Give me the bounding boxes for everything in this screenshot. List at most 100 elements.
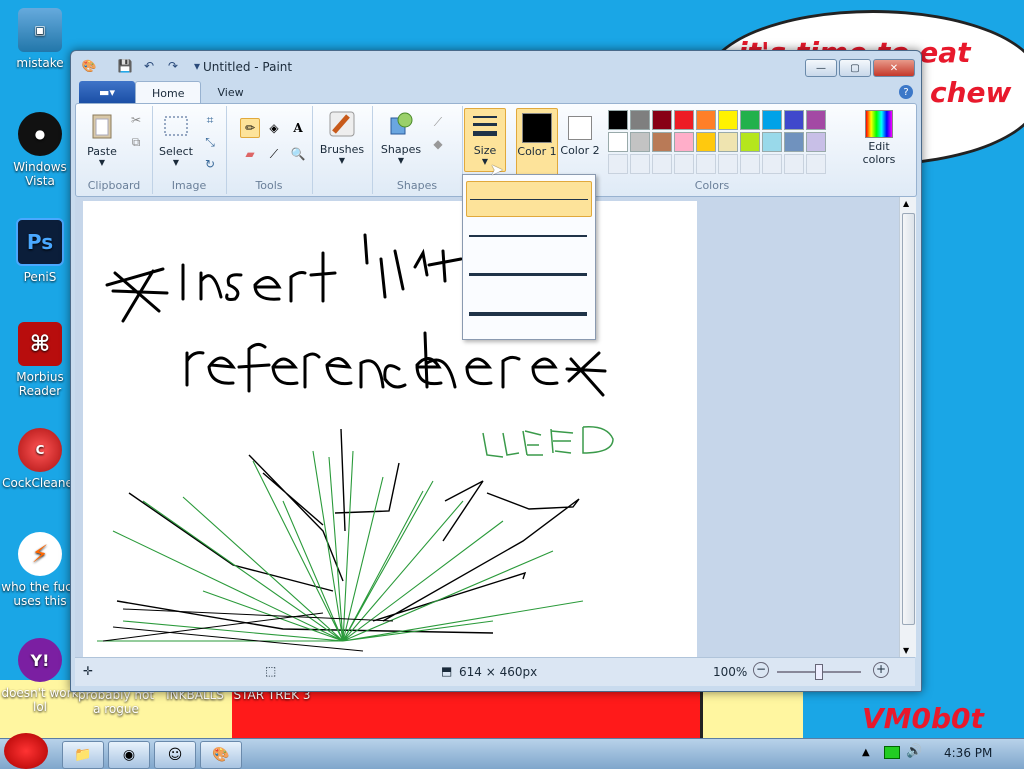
- drawing-canvas[interactable]: [83, 201, 697, 657]
- palette-swatch[interactable]: [696, 110, 716, 130]
- image-group-label: Image: [171, 179, 207, 192]
- desktop-icon-mistake[interactable]: ▣ mistake: [0, 8, 80, 70]
- palette-swatch[interactable]: [674, 110, 694, 130]
- palette-swatch[interactable]: [652, 132, 672, 152]
- tab-home[interactable]: Home: [135, 81, 202, 104]
- redo-icon[interactable]: ↷: [165, 58, 181, 74]
- shapes-button[interactable]: Shapes ▼: [376, 110, 426, 165]
- palette-swatch[interactable]: [608, 132, 628, 152]
- scroll-up-icon[interactable]: ▲: [903, 199, 909, 208]
- scrollbar-thumb[interactable]: [902, 213, 915, 625]
- vertical-scrollbar[interactable]: ▲ ▼: [899, 197, 916, 657]
- quick-access-toolbar: 🎨 💾 ↶ ↷ ▾: [81, 58, 205, 74]
- volume-icon[interactable]: 🔊: [906, 744, 922, 759]
- color1-button[interactable]: Color 1: [516, 108, 558, 176]
- minimize-button[interactable]: —: [805, 59, 837, 77]
- size-option-1[interactable]: [466, 181, 592, 217]
- desktop-icon-doesnt-work[interactable]: Y! doesn't work lol: [0, 638, 80, 714]
- save-icon[interactable]: 💾: [117, 58, 133, 74]
- palette-swatch[interactable]: [762, 132, 782, 152]
- title-bar[interactable]: 🎨 💾 ↶ ↷ ▾ Untitled - Paint — ▢ ✕: [71, 51, 921, 81]
- eraser-icon[interactable]: ▰: [240, 144, 260, 164]
- palette-swatch[interactable]: [740, 110, 760, 130]
- paint-window: 🎨 💾 ↶ ↷ ▾ Untitled - Paint — ▢ ✕ ▬ ▾ Hom…: [70, 50, 922, 692]
- close-button[interactable]: ✕: [873, 59, 915, 77]
- palette-swatch[interactable]: [762, 110, 782, 130]
- cut-icon[interactable]: ✂: [126, 110, 146, 130]
- magnifier-icon[interactable]: 🔍: [288, 144, 308, 164]
- size-option-2[interactable]: [466, 219, 590, 253]
- palette-swatch-empty[interactable]: [806, 154, 826, 174]
- palette-swatch-empty[interactable]: [652, 154, 672, 174]
- maximize-button[interactable]: ▢: [839, 59, 871, 77]
- text-icon[interactable]: A: [288, 118, 308, 138]
- cleaner-icon: C: [18, 428, 62, 472]
- taskbar-explorer-button[interactable]: 📁: [62, 741, 104, 769]
- show-hidden-icons[interactable]: ▲: [862, 747, 870, 758]
- start-button[interactable]: [4, 733, 48, 769]
- desktop-icon-morbius-reader[interactable]: ⌘ Morbius Reader: [0, 322, 80, 398]
- battery-icon[interactable]: [884, 746, 900, 759]
- taskbar-clock[interactable]: 4:36 PM: [944, 746, 992, 760]
- size-label: Size: [473, 144, 497, 157]
- taskbar-chrome-button[interactable]: ◉: [108, 741, 150, 769]
- scroll-down-icon[interactable]: ▼: [903, 646, 909, 655]
- rotate-icon[interactable]: ↻: [200, 154, 220, 174]
- select-button[interactable]: Select ▼: [158, 112, 194, 167]
- fill-icon[interactable]: ◈: [264, 118, 284, 138]
- palette-swatch[interactable]: [740, 132, 760, 152]
- palette-swatch-empty[interactable]: [762, 154, 782, 174]
- zoom-slider-thumb[interactable]: [815, 664, 823, 680]
- brushes-button[interactable]: Brushes ▼: [318, 110, 366, 165]
- palette-swatch[interactable]: [806, 132, 826, 152]
- palette-swatch-empty[interactable]: [784, 154, 804, 174]
- size-option-4[interactable]: [466, 297, 590, 331]
- palette-swatch[interactable]: [696, 132, 716, 152]
- palette-swatch[interactable]: [674, 132, 694, 152]
- size-option-3[interactable]: [466, 257, 590, 291]
- tools-group: ✏ ◈ A ▰ ⟋ 🔍 Tools: [226, 106, 313, 194]
- palette-swatch[interactable]: [630, 132, 650, 152]
- palette-swatch[interactable]: [718, 110, 738, 130]
- palette-swatch[interactable]: [608, 110, 628, 130]
- palette-swatch-empty[interactable]: [718, 154, 738, 174]
- palette-swatch-empty[interactable]: [696, 154, 716, 174]
- edit-colors-button[interactable]: Edit colors: [856, 110, 902, 166]
- palette-swatch-empty[interactable]: [630, 154, 650, 174]
- taskbar: 📁 ◉ ☺ 🎨 ▲ 🔊 4:36 PM: [0, 733, 1024, 769]
- help-icon[interactable]: ?: [899, 85, 913, 99]
- color2-button[interactable]: Color 2: [560, 108, 600, 157]
- palette-swatch-empty[interactable]: [674, 154, 694, 174]
- taskbar-messenger-button[interactable]: ☺: [154, 741, 196, 769]
- paste-button[interactable]: Paste ▼: [82, 112, 122, 167]
- copy-icon[interactable]: ⧉: [126, 132, 146, 152]
- fill-shape-icon[interactable]: ◆: [428, 134, 448, 154]
- zoom-out-button[interactable]: −: [753, 662, 769, 678]
- palette-swatch[interactable]: [630, 110, 650, 130]
- palette-swatch[interactable]: [806, 110, 826, 130]
- paint-app-icon[interactable]: 🎨: [81, 58, 97, 74]
- palette-swatch[interactable]: [784, 110, 804, 130]
- tab-view[interactable]: View: [201, 81, 259, 103]
- palette-swatch[interactable]: [652, 110, 672, 130]
- tools-group-label: Tools: [255, 179, 283, 192]
- taskbar-paint-button[interactable]: 🎨: [200, 741, 242, 769]
- palette-swatch-empty[interactable]: [608, 154, 628, 174]
- undo-icon[interactable]: ↶: [141, 58, 157, 74]
- palette-swatch[interactable]: [718, 132, 738, 152]
- desktop-icon-windows-vista[interactable]: ● Windows Vista: [0, 112, 80, 188]
- color-picker-icon[interactable]: ⟋: [264, 144, 284, 164]
- outline-icon[interactable]: ⟋: [428, 112, 448, 132]
- palette-swatch-empty[interactable]: [740, 154, 760, 174]
- resize-icon[interactable]: ⤡: [200, 132, 220, 152]
- canvas-dimensions: 614 × 460px: [459, 665, 538, 679]
- pencil-icon[interactable]: ✏: [240, 118, 260, 138]
- desktop-icon-probably-not-a-rogue[interactable]: probably not a rogue: [76, 688, 156, 716]
- desktop-icon-who-uses-this[interactable]: ⚡ who the fuck uses this: [0, 532, 80, 608]
- desktop-icon-cockcleaner[interactable]: C CockCleaner: [0, 428, 80, 490]
- crop-icon[interactable]: ⌗: [200, 110, 220, 130]
- desktop-icon-penis[interactable]: Ps PeniS: [0, 218, 80, 284]
- palette-swatch[interactable]: [784, 132, 804, 152]
- paint-menu-button[interactable]: ▬ ▾: [79, 81, 135, 103]
- zoom-in-button[interactable]: +: [873, 662, 889, 678]
